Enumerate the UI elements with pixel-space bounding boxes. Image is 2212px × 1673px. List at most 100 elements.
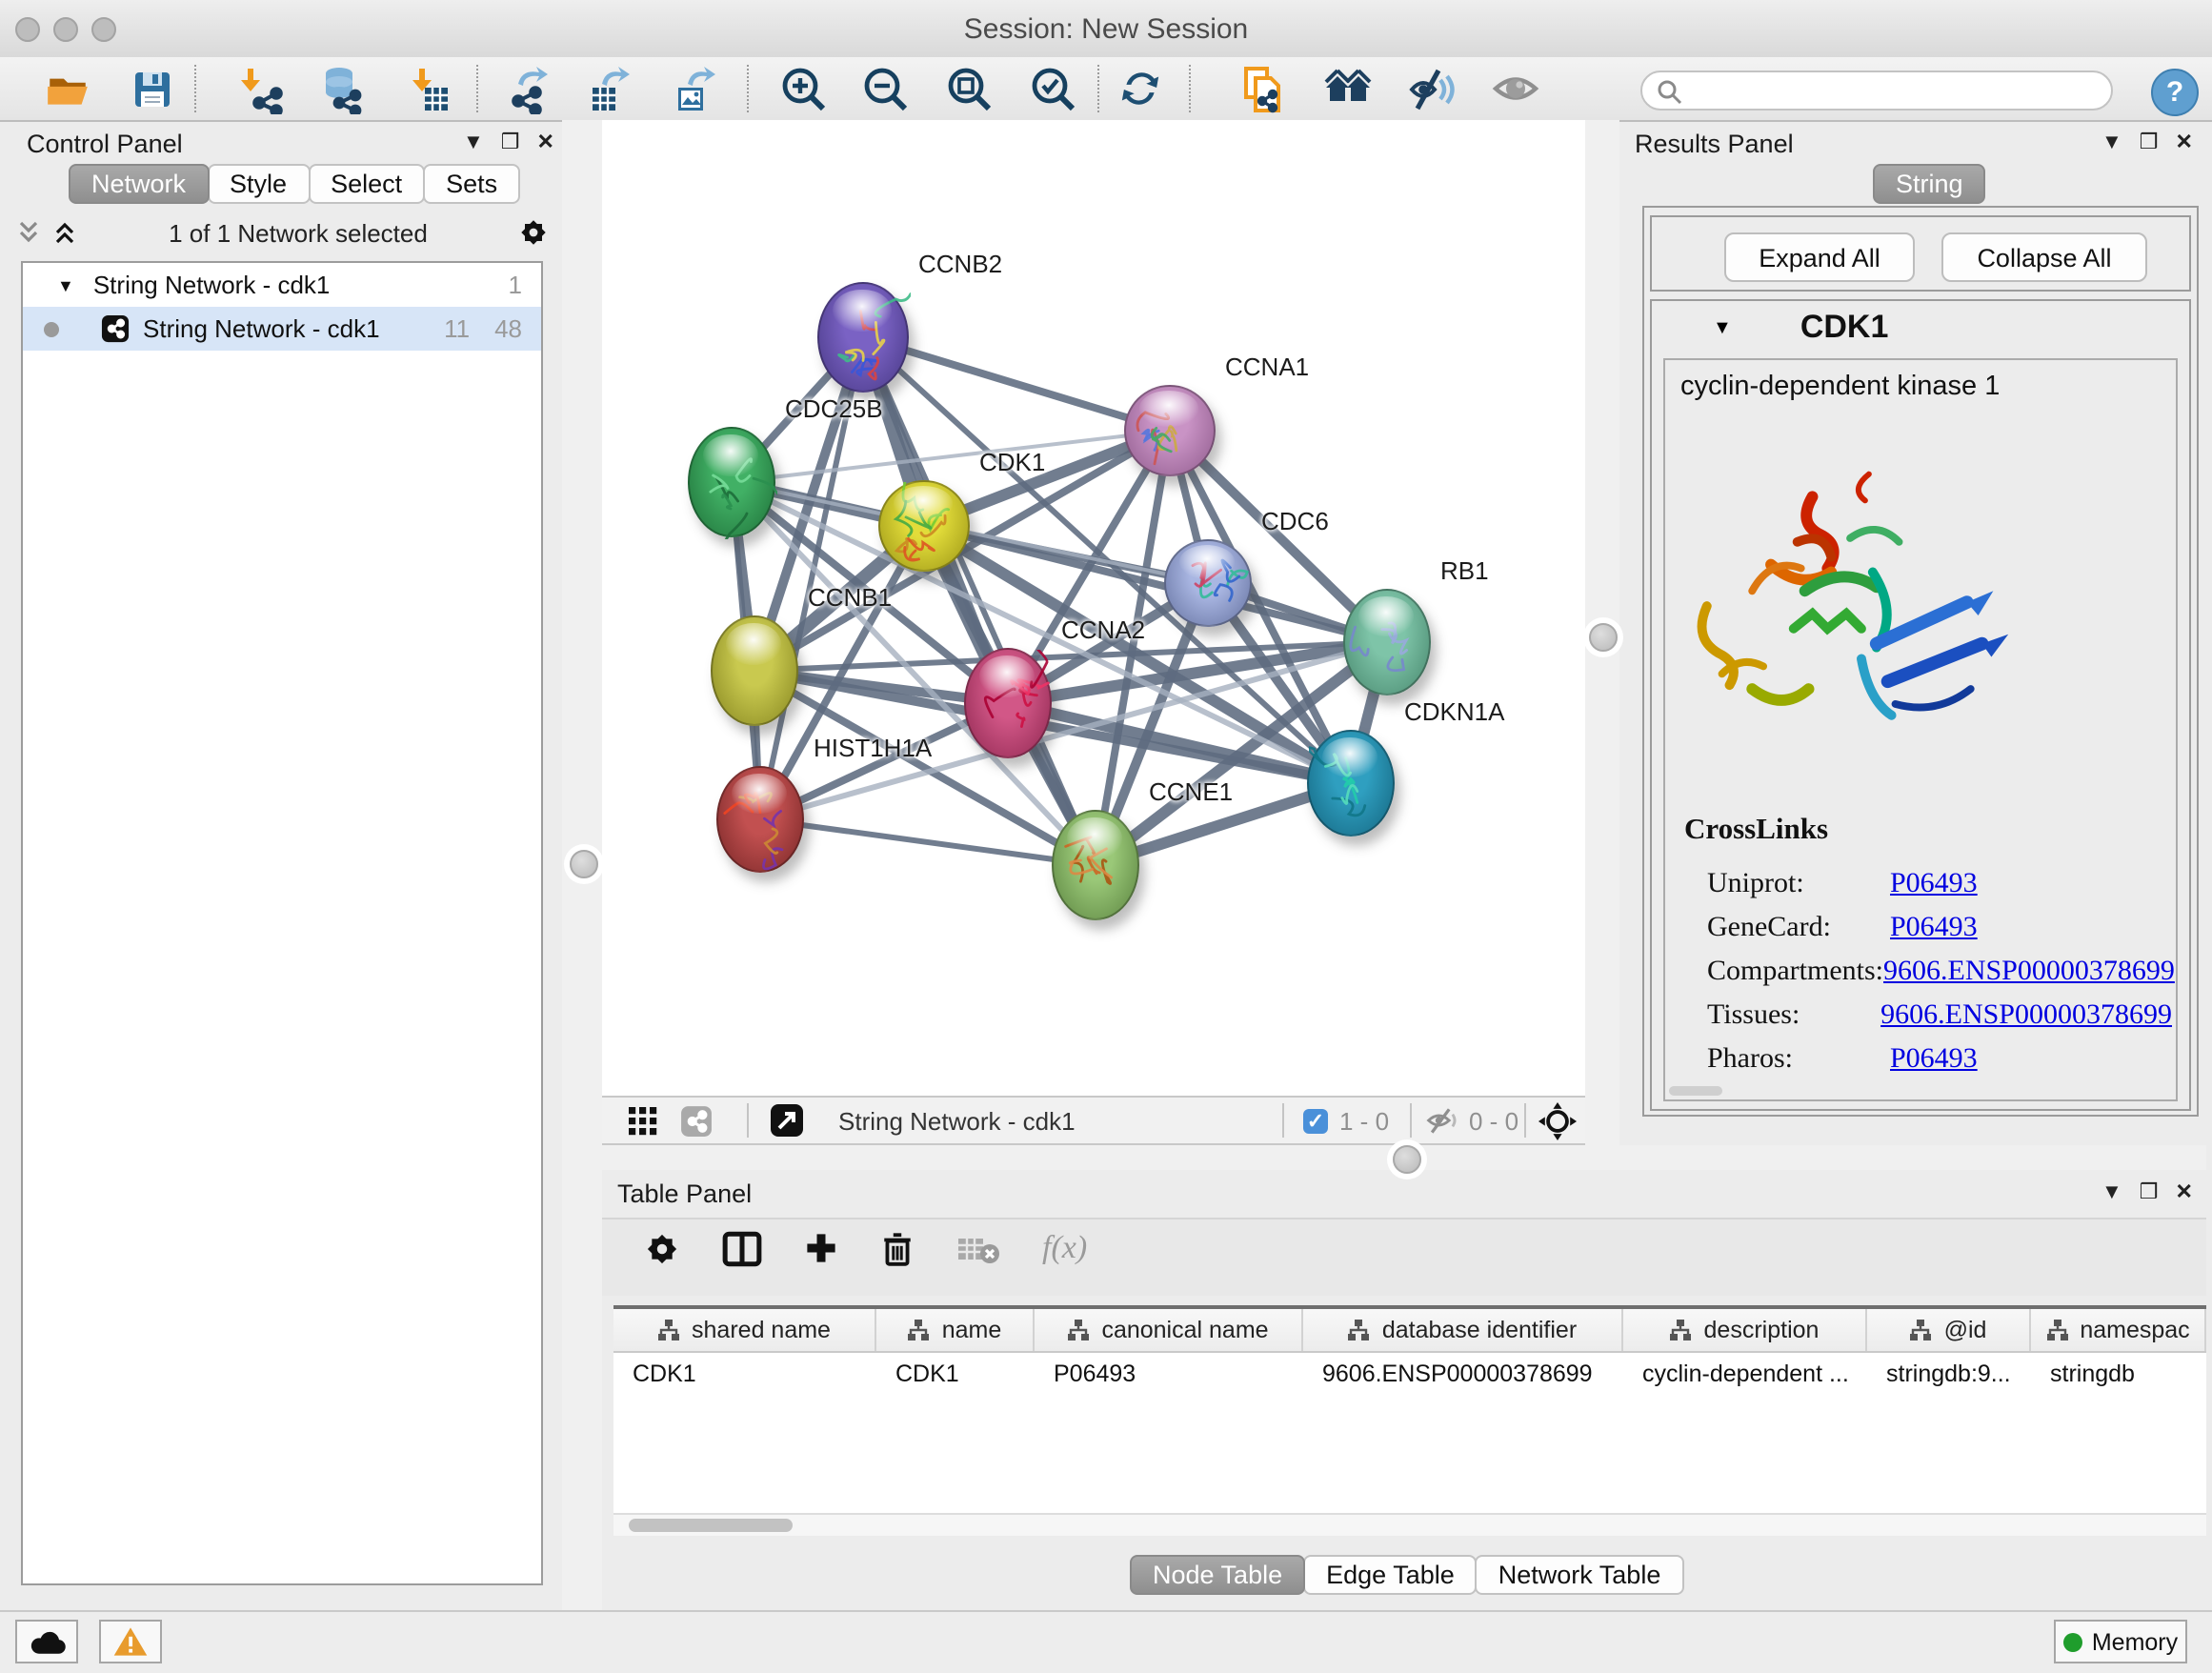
table-hscroll-thumb[interactable] — [629, 1519, 793, 1532]
column-header-shared-name[interactable]: shared name — [613, 1309, 876, 1351]
node-HIST1H1A[interactable] — [716, 766, 804, 873]
tab-network[interactable]: Network — [69, 164, 209, 204]
results-tab-string[interactable]: String — [1873, 164, 1984, 204]
panel-menu-icon[interactable]: ▼ — [463, 131, 484, 153]
expand-all-button[interactable]: Expand All — [1724, 232, 1915, 282]
crosslink-value-link[interactable]: P06493 — [1890, 869, 1978, 901]
import-database-button[interactable] — [314, 63, 366, 114]
panel-menu-icon[interactable]: ▼ — [2101, 1180, 2122, 1203]
tab-style[interactable]: Style — [207, 164, 310, 204]
zoom-fit-button[interactable] — [943, 63, 995, 114]
open-session-button[interactable] — [42, 63, 93, 114]
section-collapse-icon[interactable]: ▼ — [1713, 317, 1732, 338]
delete-column-icon[interactable] — [880, 1230, 915, 1266]
search-input[interactable] — [1640, 71, 2113, 111]
collapse-all-button[interactable]: Collapse All — [1941, 232, 2147, 282]
save-session-button[interactable] — [126, 63, 177, 114]
warnings-button[interactable] — [99, 1620, 162, 1663]
crosslink-value-link[interactable]: P06493 — [1890, 1044, 1978, 1077]
panel-close-icon[interactable]: ✕ — [537, 130, 554, 154]
table-cell[interactable]: stringdb:9... — [1867, 1353, 2031, 1395]
gene-section-header[interactable]: ▼ CDK1 — [1652, 301, 2189, 354]
expand-all-icon[interactable] — [51, 219, 78, 246]
edge-CDK1-RB1[interactable] — [924, 526, 1387, 642]
export-network-button[interactable] — [501, 63, 553, 114]
export-image-button[interactable] — [667, 63, 718, 114]
node-CDC6[interactable] — [1164, 539, 1252, 627]
node-CCNA2[interactable] — [964, 648, 1052, 758]
memory-button[interactable]: Memory — [2054, 1620, 2187, 1663]
home-button[interactable] — [1322, 63, 1374, 114]
export-table-button[interactable] — [581, 63, 633, 114]
table-cell[interactable]: P06493 — [1035, 1353, 1303, 1395]
right-splitter[interactable] — [1585, 120, 1619, 1145]
collapse-all-icon[interactable] — [15, 219, 42, 246]
panel-close-icon[interactable]: ✕ — [2176, 130, 2193, 154]
left-splitter-handle[interactable] — [570, 850, 598, 878]
hidden-count-indicator[interactable]: 0 - 0 — [1425, 1098, 1518, 1143]
selected-count-indicator[interactable]: ✓ 1 - 0 — [1303, 1098, 1389, 1143]
import-network-button[interactable] — [234, 63, 286, 114]
help-button[interactable]: ? — [2151, 69, 2199, 116]
panel-float-icon[interactable]: ❒ — [2140, 130, 2159, 154]
gear-icon[interactable] — [518, 217, 549, 248]
node-CDKN1A[interactable] — [1307, 730, 1395, 836]
import-table-button[interactable] — [400, 63, 452, 114]
node-CCNB2[interactable] — [817, 282, 909, 393]
table-cell[interactable]: 9606.ENSP00000378699 — [1303, 1353, 1623, 1395]
column-header-name[interactable]: name — [876, 1309, 1035, 1351]
string-style-button[interactable] — [680, 1098, 713, 1143]
tab-network-table[interactable]: Network Table — [1476, 1555, 1684, 1595]
zoom-out-button[interactable] — [859, 63, 911, 114]
edge-CCNE1-HIST1H1A[interactable] — [760, 819, 1096, 865]
table-cell[interactable]: CDK1 — [613, 1353, 876, 1395]
column-header-namespac[interactable]: namespac — [2031, 1309, 2206, 1351]
table-cell[interactable]: stringdb — [2031, 1353, 2206, 1395]
collapse-triangle-icon[interactable]: ▼ — [57, 275, 74, 294]
results-hscroll-thumb[interactable] — [1669, 1086, 1722, 1096]
table-horizontal-scrollbar[interactable] — [613, 1513, 2206, 1536]
panel-float-icon[interactable]: ❒ — [501, 130, 520, 154]
column-header-description[interactable]: description — [1623, 1309, 1867, 1351]
show-eye-button[interactable] — [1490, 63, 1541, 114]
open-in-browser-button[interactable] — [770, 1098, 804, 1143]
birdseye-toggle-button[interactable] — [629, 1098, 657, 1143]
column-header-database-identifier[interactable]: database identifier — [1303, 1309, 1623, 1351]
tab-sets[interactable]: Sets — [423, 164, 520, 204]
crosslink-value-link[interactable]: P06493 — [1890, 913, 1978, 945]
crosslink-value-link[interactable]: 9606.ENSP00000378699 — [1883, 957, 2175, 989]
zoom-in-button[interactable] — [777, 63, 829, 114]
table-row[interactable]: CDK1CDK1P064939606.ENSP00000378699cyclin… — [613, 1353, 2206, 1395]
refresh-button[interactable] — [1115, 63, 1166, 114]
horizontal-splitter-handle[interactable] — [1393, 1145, 1421, 1174]
node-CDK1[interactable] — [878, 480, 970, 572]
network-row-selected[interactable]: String Network - cdk1 11 48 — [23, 307, 541, 351]
network-collection-row[interactable]: ▼ String Network - cdk1 1 — [23, 263, 541, 307]
crosslink-value-link[interactable]: 9606.ENSP00000378699 — [1880, 1000, 2172, 1033]
table-cell[interactable]: cyclin-dependent ... — [1623, 1353, 1867, 1395]
tab-select[interactable]: Select — [308, 164, 425, 204]
right-splitter-handle[interactable] — [1589, 623, 1618, 652]
column-header-@id[interactable]: @id — [1867, 1309, 2031, 1351]
column-header-canonical-name[interactable]: canonical name — [1035, 1309, 1303, 1351]
hide-glasses-button[interactable] — [1406, 63, 1458, 114]
panel-close-icon[interactable]: ✕ — [2176, 1179, 2193, 1204]
table-cell[interactable]: CDK1 — [876, 1353, 1035, 1395]
left-splitter[interactable] — [562, 120, 602, 1610]
pan-mode-button[interactable] — [1538, 1098, 1578, 1143]
node-RB1[interactable] — [1343, 589, 1431, 695]
panel-menu-icon[interactable]: ▼ — [2101, 131, 2122, 153]
tab-node-table[interactable]: Node Table — [1130, 1555, 1305, 1595]
cloud-button[interactable] — [15, 1620, 78, 1663]
zoom-selected-button[interactable] — [1027, 63, 1078, 114]
tab-edge-table[interactable]: Edge Table — [1303, 1555, 1478, 1595]
table-gear-icon[interactable] — [644, 1230, 680, 1266]
node-CCNB1[interactable] — [711, 615, 798, 726]
node-CCNA1[interactable] — [1124, 385, 1216, 476]
horizontal-splitter[interactable] — [602, 1145, 2206, 1170]
panel-float-icon[interactable]: ❒ — [2140, 1179, 2159, 1204]
select-columns-icon[interactable] — [722, 1230, 762, 1266]
node-CDC25B[interactable] — [688, 427, 775, 537]
network-view-canvas[interactable]: CCNB2CCNA1CDC25BCDK1CDC6RB1CCNB1CCNA2CDK… — [602, 120, 1585, 1098]
duplicate-page-button[interactable] — [1237, 63, 1288, 114]
